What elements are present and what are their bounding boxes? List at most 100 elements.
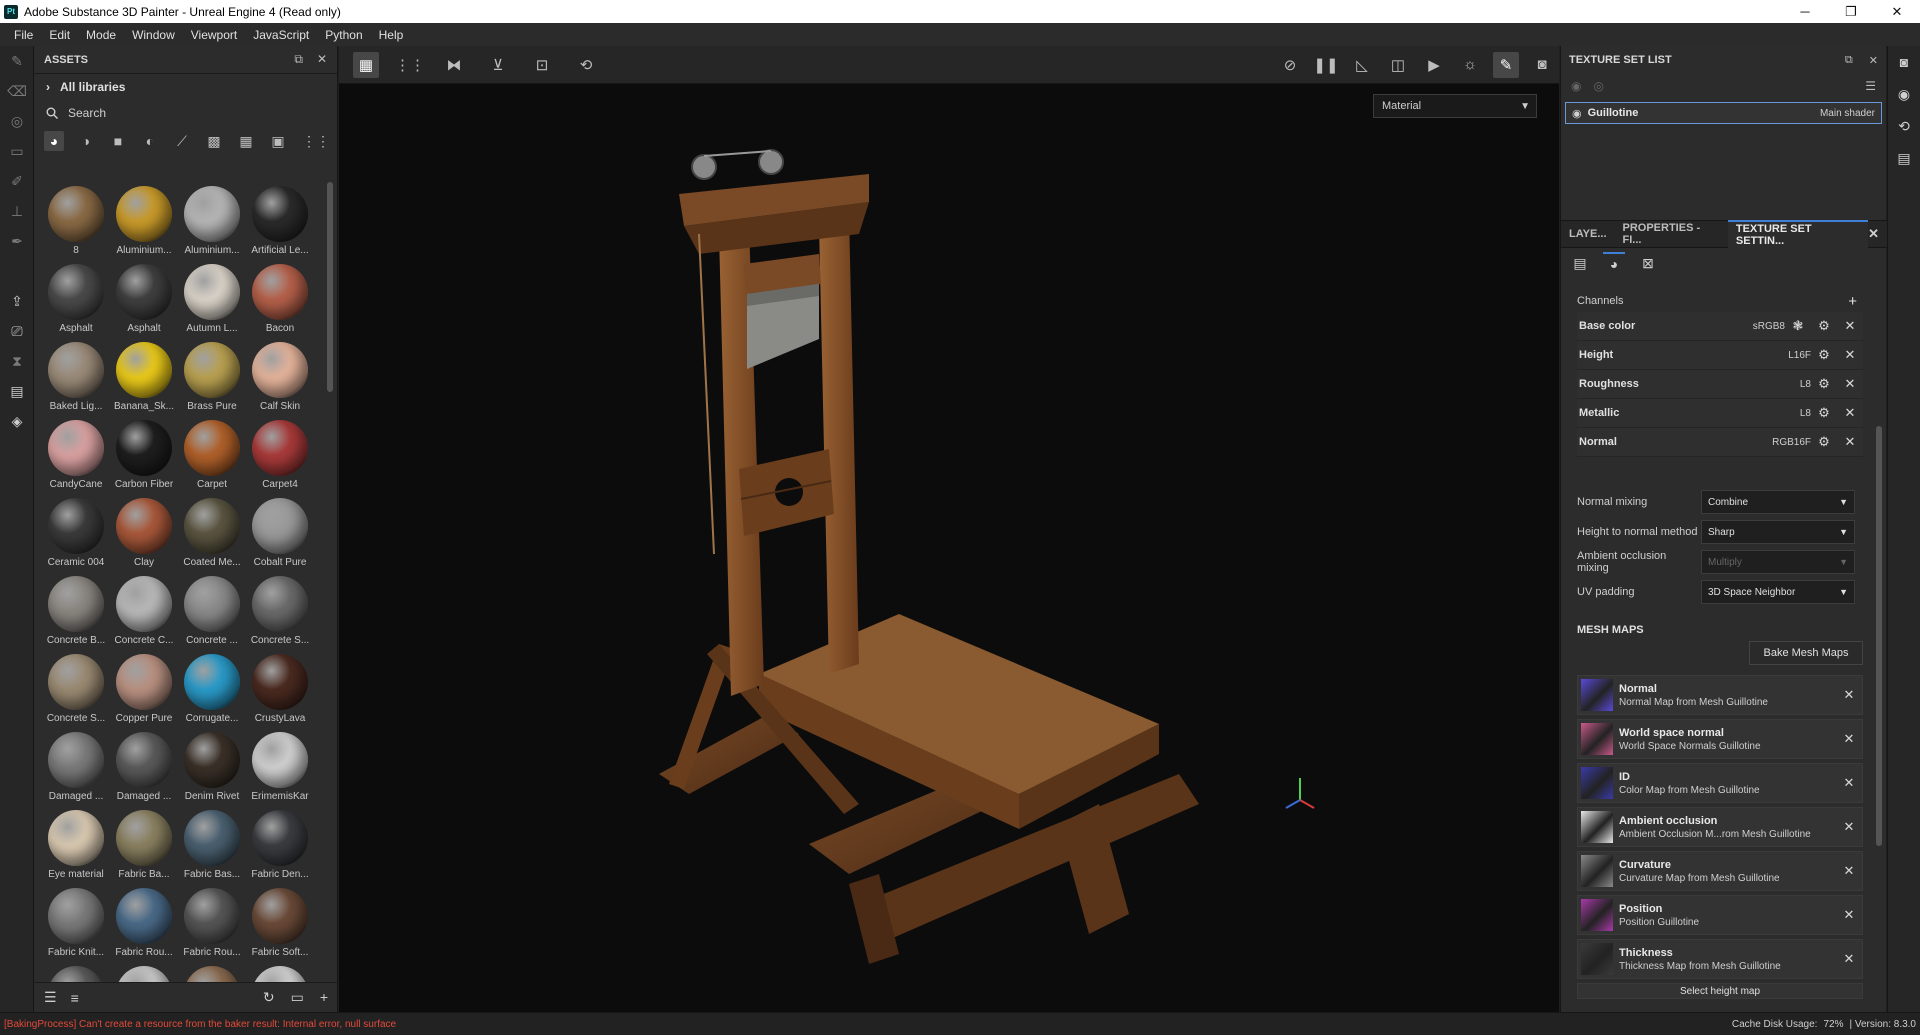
add-channel-icon[interactable]: + <box>1848 293 1857 310</box>
menu-help[interactable]: Help <box>371 28 412 42</box>
filters-filter-icon[interactable]: ◐ <box>140 131 160 151</box>
asset-item[interactable]: Asphalt <box>42 260 110 338</box>
remove-channel-icon[interactable]: ✕ <box>1837 318 1863 334</box>
asset-item[interactable]: Concrete S... <box>246 572 314 650</box>
libraries-row[interactable]: › All libraries <box>34 74 337 100</box>
close-panel-icon[interactable]: ✕ <box>1869 54 1878 67</box>
display-settings-icon[interactable]: ◉ <box>1888 78 1920 110</box>
color-profile-icon[interactable]: ❃ <box>1785 318 1811 334</box>
bake-mesh-maps-button[interactable]: Bake Mesh Maps <box>1749 641 1863 665</box>
gear-icon[interactable]: ⚙ <box>1811 405 1837 421</box>
asset-item[interactable]: Concrete S... <box>42 650 110 728</box>
menu-icon[interactable]: ☰ <box>1865 79 1876 93</box>
asset-item[interactable]: Coated Me... <box>178 494 246 572</box>
export-icon[interactable]: ⇪ <box>0 286 34 316</box>
asset-item[interactable]: Fabric Bas... <box>178 806 246 884</box>
channel-format[interactable]: RGB16F <box>1772 437 1811 448</box>
menu-edit[interactable]: Edit <box>41 28 78 42</box>
menu-mode[interactable]: Mode <box>78 28 124 42</box>
channel-format[interactable]: L8 <box>1800 379 1811 390</box>
asset-item[interactable]: Aluminium... <box>110 182 178 260</box>
asset-item[interactable]: ErimemisKar <box>246 728 314 806</box>
paint-brush-icon[interactable]: ✎ <box>0 46 34 76</box>
asset-item[interactable] <box>178 962 246 982</box>
asset-item[interactable]: Calf Skin <box>246 338 314 416</box>
asset-item[interactable]: Denim Rivet <box>178 728 246 806</box>
asset-item[interactable]: Asphalt <box>110 260 178 338</box>
maximize-button[interactable]: ❐ <box>1828 0 1874 23</box>
tab-properties[interactable]: PROPERTIES - FI... <box>1615 220 1728 248</box>
undock-icon[interactable]: ⧉ <box>294 52 303 67</box>
remove-mesh-map-icon[interactable]: ✕ <box>1836 775 1862 791</box>
eye-icon[interactable]: ◉ <box>1572 107 1582 120</box>
asset-item[interactable]: Brass Pure <box>178 338 246 416</box>
folder-icon[interactable]: ▭ <box>291 989 304 1006</box>
asset-item[interactable] <box>110 962 178 982</box>
history-icon[interactable]: ⟲ <box>1888 110 1920 142</box>
channel-row[interactable]: Normal RGB16F ⚙ ✕ <box>1577 428 1863 457</box>
tab-layers[interactable]: LAYE... <box>1561 220 1615 248</box>
view-3d-icon[interactable]: ◫ <box>1385 52 1411 78</box>
remove-channel-icon[interactable]: ✕ <box>1837 434 1863 450</box>
add-icon[interactable]: + <box>320 989 328 1006</box>
brushes-filter-icon[interactable]: ⟋ <box>172 131 192 151</box>
asset-item[interactable]: Carpet <box>178 416 246 494</box>
box-icon[interactable]: ◈ <box>0 406 34 436</box>
pause-icon[interactable]: ❚❚ <box>1313 52 1339 78</box>
uv-padding-select[interactable]: 3D Space Neighbor ▼ <box>1701 580 1855 604</box>
close-button[interactable]: ✕ <box>1874 0 1920 23</box>
clone-icon[interactable]: ⊥ <box>0 196 34 226</box>
hide-icon[interactable]: ⊘ <box>1277 52 1303 78</box>
asset-item[interactable]: Bacon <box>246 260 314 338</box>
remove-mesh-map-icon[interactable]: ✕ <box>1836 819 1862 835</box>
asset-item[interactable]: Concrete C... <box>110 572 178 650</box>
tss-scrollbar[interactable] <box>1876 426 1882 846</box>
uv-icon[interactable]: ⊠ <box>1637 252 1659 274</box>
channel-format[interactable]: L16F <box>1788 350 1811 361</box>
screenshot-camera-icon[interactable]: ◙ <box>1529 52 1555 78</box>
color-picker-icon[interactable]: ✒ <box>0 226 34 256</box>
alphas-filter-icon[interactable]: ▦ <box>236 131 256 151</box>
mesh-map-row[interactable]: Normal Normal Map from Mesh Guillotine ✕ <box>1577 675 1863 715</box>
bake-icon[interactable]: ⎚ <box>0 316 34 346</box>
asset-item[interactable]: Fabric Knit... <box>42 884 110 962</box>
asset-item[interactable]: Damaged ... <box>42 728 110 806</box>
texture-set-shader[interactable]: Main shader <box>1820 108 1875 119</box>
remove-channel-icon[interactable]: ✕ <box>1837 405 1863 421</box>
asset-item[interactable]: Cobalt Pure <box>246 494 314 572</box>
environments-filter-icon[interactable]: ▣ <box>268 131 288 151</box>
select-height-map-button[interactable]: Select height map <box>1577 983 1863 999</box>
asset-item[interactable]: Concrete B... <box>42 572 110 650</box>
channel-format[interactable]: sRGB8 <box>1753 321 1785 332</box>
textures-filter-icon[interactable]: ▩ <box>204 131 224 151</box>
fit-view-icon[interactable]: ⊡ <box>529 52 555 78</box>
asset-item[interactable]: Carpet4 <box>246 416 314 494</box>
grid-view-icon[interactable]: ⋮⋮ <box>302 131 330 151</box>
eraser-icon[interactable]: ⌫ <box>0 76 34 106</box>
mirror-y-icon[interactable]: ⊻ <box>485 52 511 78</box>
menu-window[interactable]: Window <box>124 28 183 42</box>
channel-row[interactable]: Metallic L8 ⚙ ✕ <box>1577 399 1863 428</box>
asset-item[interactable]: Fabric Rou... <box>178 884 246 962</box>
height-to-normal-select[interactable]: Sharp ▼ <box>1701 520 1855 544</box>
channel-format[interactable]: L8 <box>1800 408 1811 419</box>
layout-grid-icon[interactable]: ▦ <box>353 51 379 78</box>
asset-item[interactable]: Concrete ... <box>178 572 246 650</box>
remove-mesh-map-icon[interactable]: ✕ <box>1836 863 1862 879</box>
geometry-mask-icon[interactable]: ▭ <box>0 136 34 166</box>
menu-file[interactable]: File <box>6 28 41 42</box>
asset-item[interactable]: Aluminium... <box>178 182 246 260</box>
remove-channel-icon[interactable]: ✕ <box>1837 376 1863 392</box>
asset-item[interactable] <box>246 962 314 982</box>
asset-item[interactable]: Baked Lig... <box>42 338 110 416</box>
menu-javascript[interactable]: JavaScript <box>245 28 317 42</box>
document-icon[interactable]: ▤ <box>0 376 34 406</box>
remove-mesh-map-icon[interactable]: ✕ <box>1836 951 1862 967</box>
asset-item[interactable]: Damaged ... <box>110 728 178 806</box>
smudge-icon[interactable]: ✐ <box>0 166 34 196</box>
undock-icon[interactable]: ⧉ <box>1845 54 1853 67</box>
solo-icon[interactable]: ◉ <box>1571 79 1581 93</box>
close-panel-icon[interactable]: ✕ <box>317 52 327 67</box>
visibility-icon[interactable]: ◎ <box>1593 79 1603 93</box>
gear-icon[interactable]: ⚙ <box>1811 434 1837 450</box>
